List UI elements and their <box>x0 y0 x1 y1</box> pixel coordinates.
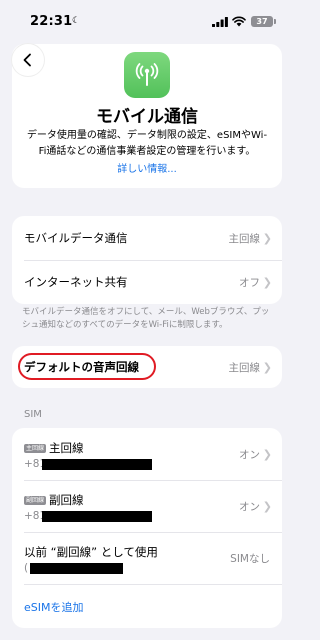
header-card: モバイル通信 データ使用量の確認、データ制限の設定、eSIMやWi-Fi通話など… <box>12 44 282 188</box>
redacted-phone-number <box>42 459 152 470</box>
sim-line-secondary-row[interactable]: 副回線 副回線 +81 オン ❯ <box>12 480 282 532</box>
status-bar: 22:31 ☾ 37 <box>0 0 295 44</box>
row-value: オン <box>239 500 260 513</box>
add-esim-button[interactable]: eSIMを追加 <box>24 599 84 615</box>
battery-icon: 37 <box>251 16 276 27</box>
sim-line-primary-row[interactable]: 主回線 主回線 +81 オン ❯ <box>12 428 282 480</box>
chevron-right-icon: ❯ <box>262 231 272 245</box>
chevron-right-icon: ❯ <box>262 275 272 289</box>
sim-number: ( <box>24 562 29 574</box>
antenna-icon <box>135 63 159 86</box>
row-value: オン <box>239 448 260 461</box>
sim-badge: 副回線 <box>24 495 47 505</box>
sim-section-header: SIM <box>24 409 42 420</box>
sim-name: 副回線 <box>49 493 84 507</box>
redacted-phone-number <box>30 563 123 574</box>
redacted-phone-number <box>42 511 152 522</box>
row-value: SIMなし <box>230 552 270 565</box>
status-time: 22:31 <box>30 14 73 29</box>
sim-group: 主回線 主回線 +81 オン ❯ 副回線 副回線 +81 オン ❯ 以前 “副回… <box>12 428 282 628</box>
mobile-data-row[interactable]: モバイルデータ通信 主回線 ❯ <box>12 216 282 260</box>
row-label: モバイルデータ通信 <box>24 231 128 245</box>
back-button[interactable] <box>12 44 44 76</box>
highlight-annotation <box>18 353 156 380</box>
wifi-icon <box>232 16 246 27</box>
row-value: 主回線 <box>228 361 261 374</box>
personal-hotspot-row[interactable]: インターネット共有 オフ ❯ <box>12 260 282 304</box>
page-title: モバイル通信 <box>96 107 198 127</box>
chevron-right-icon: ❯ <box>262 360 272 374</box>
chevron-right-icon: ❯ <box>262 447 272 461</box>
chevron-left-icon <box>23 53 31 67</box>
chevron-right-icon: ❯ <box>262 499 272 513</box>
add-esim-row[interactable]: eSIMを追加 <box>12 584 282 628</box>
cellular-app-icon <box>124 52 170 98</box>
row-label: インターネット共有 <box>24 275 128 289</box>
sim-name: 以前 “副回線” として使用 <box>24 545 158 559</box>
sim-name: 主回線 <box>49 441 84 455</box>
cellular-signal-icon <box>212 17 228 27</box>
row-value: 主回線 <box>228 232 261 245</box>
mobile-data-footnote: モバイルデータ通信をオフにして、メール、Webブラウズ、プッシュ通知などのすべて… <box>22 307 270 330</box>
former-sim-row[interactable]: 以前 “副回線” として使用 ( SIMなし <box>12 532 282 584</box>
mobile-data-group: モバイルデータ通信 主回線 ❯ インターネット共有 オフ ❯ <box>12 216 282 304</box>
sim-badge: 主回線 <box>24 443 47 453</box>
header-description: データ使用量の確認、データ制限の設定、eSIMやWi-Fi通話などの通信事業者設… <box>26 130 268 157</box>
row-value: オフ <box>239 276 260 289</box>
learn-more-link[interactable]: 詳しい情報... <box>12 160 282 175</box>
moon-icon: ☾ <box>72 16 81 26</box>
